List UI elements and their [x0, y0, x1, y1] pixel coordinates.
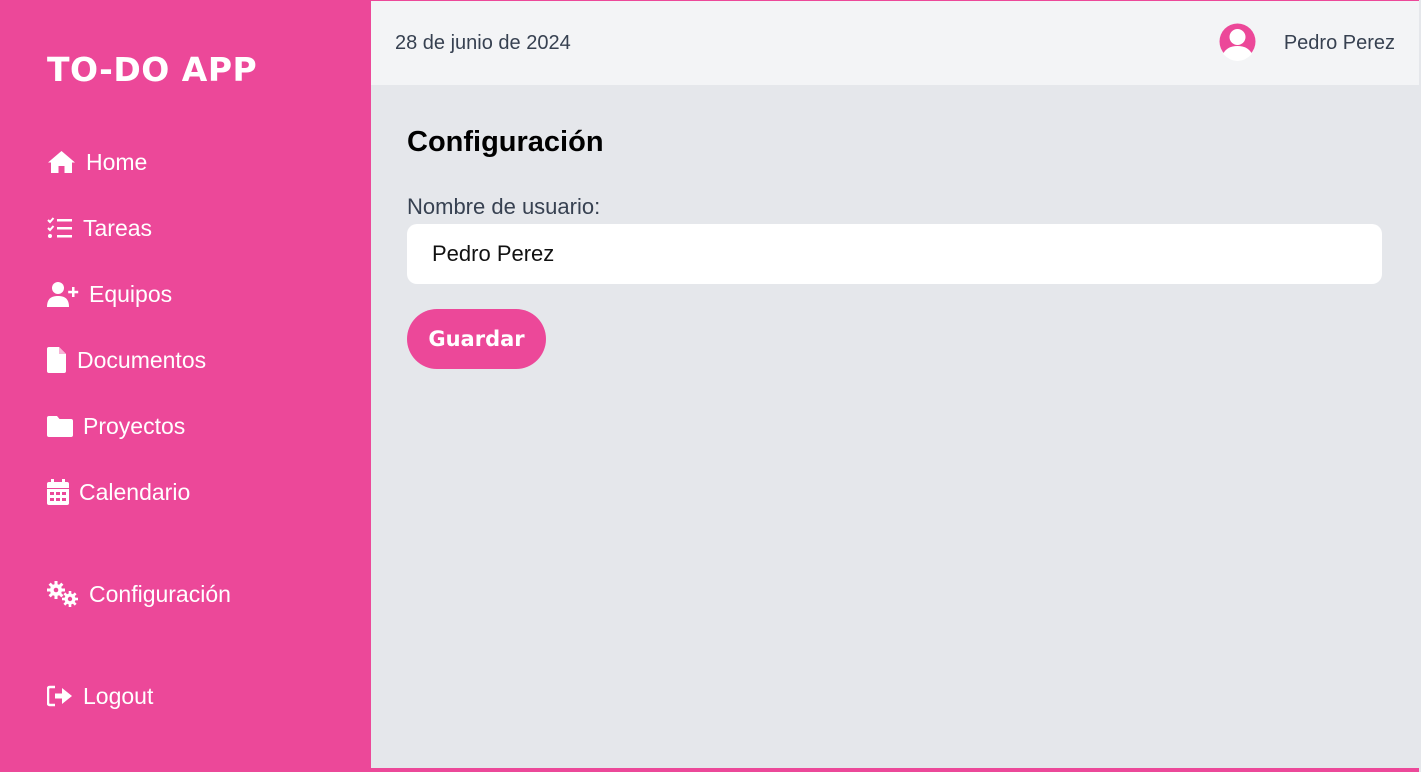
calendar-icon [47, 479, 69, 505]
bottom-border [371, 768, 1421, 772]
sidebar-item-label: Documentos [77, 347, 207, 373]
user-plus-icon [47, 282, 79, 307]
main-content: Configuración Nombre de usuario: Guardar [371, 85, 1419, 768]
sidebar-item-home[interactable]: Home [47, 145, 147, 179]
page-title: Configuración [407, 126, 604, 158]
sidebar-item-label: Logout [83, 683, 154, 709]
sidebar-item-calendario[interactable]: Calendario [47, 475, 190, 509]
header-bar: 28 de junio de 2024 Pedro Perez [371, 1, 1419, 85]
sidebar-item-documentos[interactable]: Documentos [47, 343, 206, 377]
app-logo: TO-DO APP [47, 50, 258, 89]
sidebar-item-logout[interactable]: Logout [47, 679, 153, 713]
home-icon [48, 151, 75, 173]
user-name[interactable]: Pedro Perez [1284, 32, 1395, 55]
sidebar-item-equipos[interactable]: Equipos [47, 277, 172, 311]
folder-icon [47, 416, 73, 437]
save-button[interactable]: Guardar [407, 309, 546, 369]
file-icon [47, 347, 66, 373]
sidebar-item-label: Configuración [89, 581, 231, 607]
logout-icon [47, 685, 72, 707]
sidebar-item-label: Calendario [79, 479, 191, 505]
gears-icon [47, 581, 78, 607]
sidebar-item-configuracion[interactable]: Configuración [47, 577, 231, 611]
sidebar: TO-DO APP Home Tareas Equipos Documentos… [0, 0, 371, 772]
username-label: Nombre de usuario: [407, 194, 601, 219]
username-input[interactable] [407, 224, 1382, 284]
sidebar-item-proyectos[interactable]: Proyectos [47, 409, 185, 443]
sidebar-item-label: Tareas [83, 215, 153, 241]
sidebar-item-label: Proyectos [83, 413, 186, 439]
sidebar-item-label: Home [86, 149, 148, 175]
sidebar-item-tareas[interactable]: Tareas [47, 211, 152, 245]
user-avatar-icon[interactable] [1219, 23, 1256, 61]
task-list-icon [47, 217, 72, 238]
sidebar-item-label: Equipos [89, 281, 173, 307]
current-date: 28 de junio de 2024 [395, 32, 571, 54]
